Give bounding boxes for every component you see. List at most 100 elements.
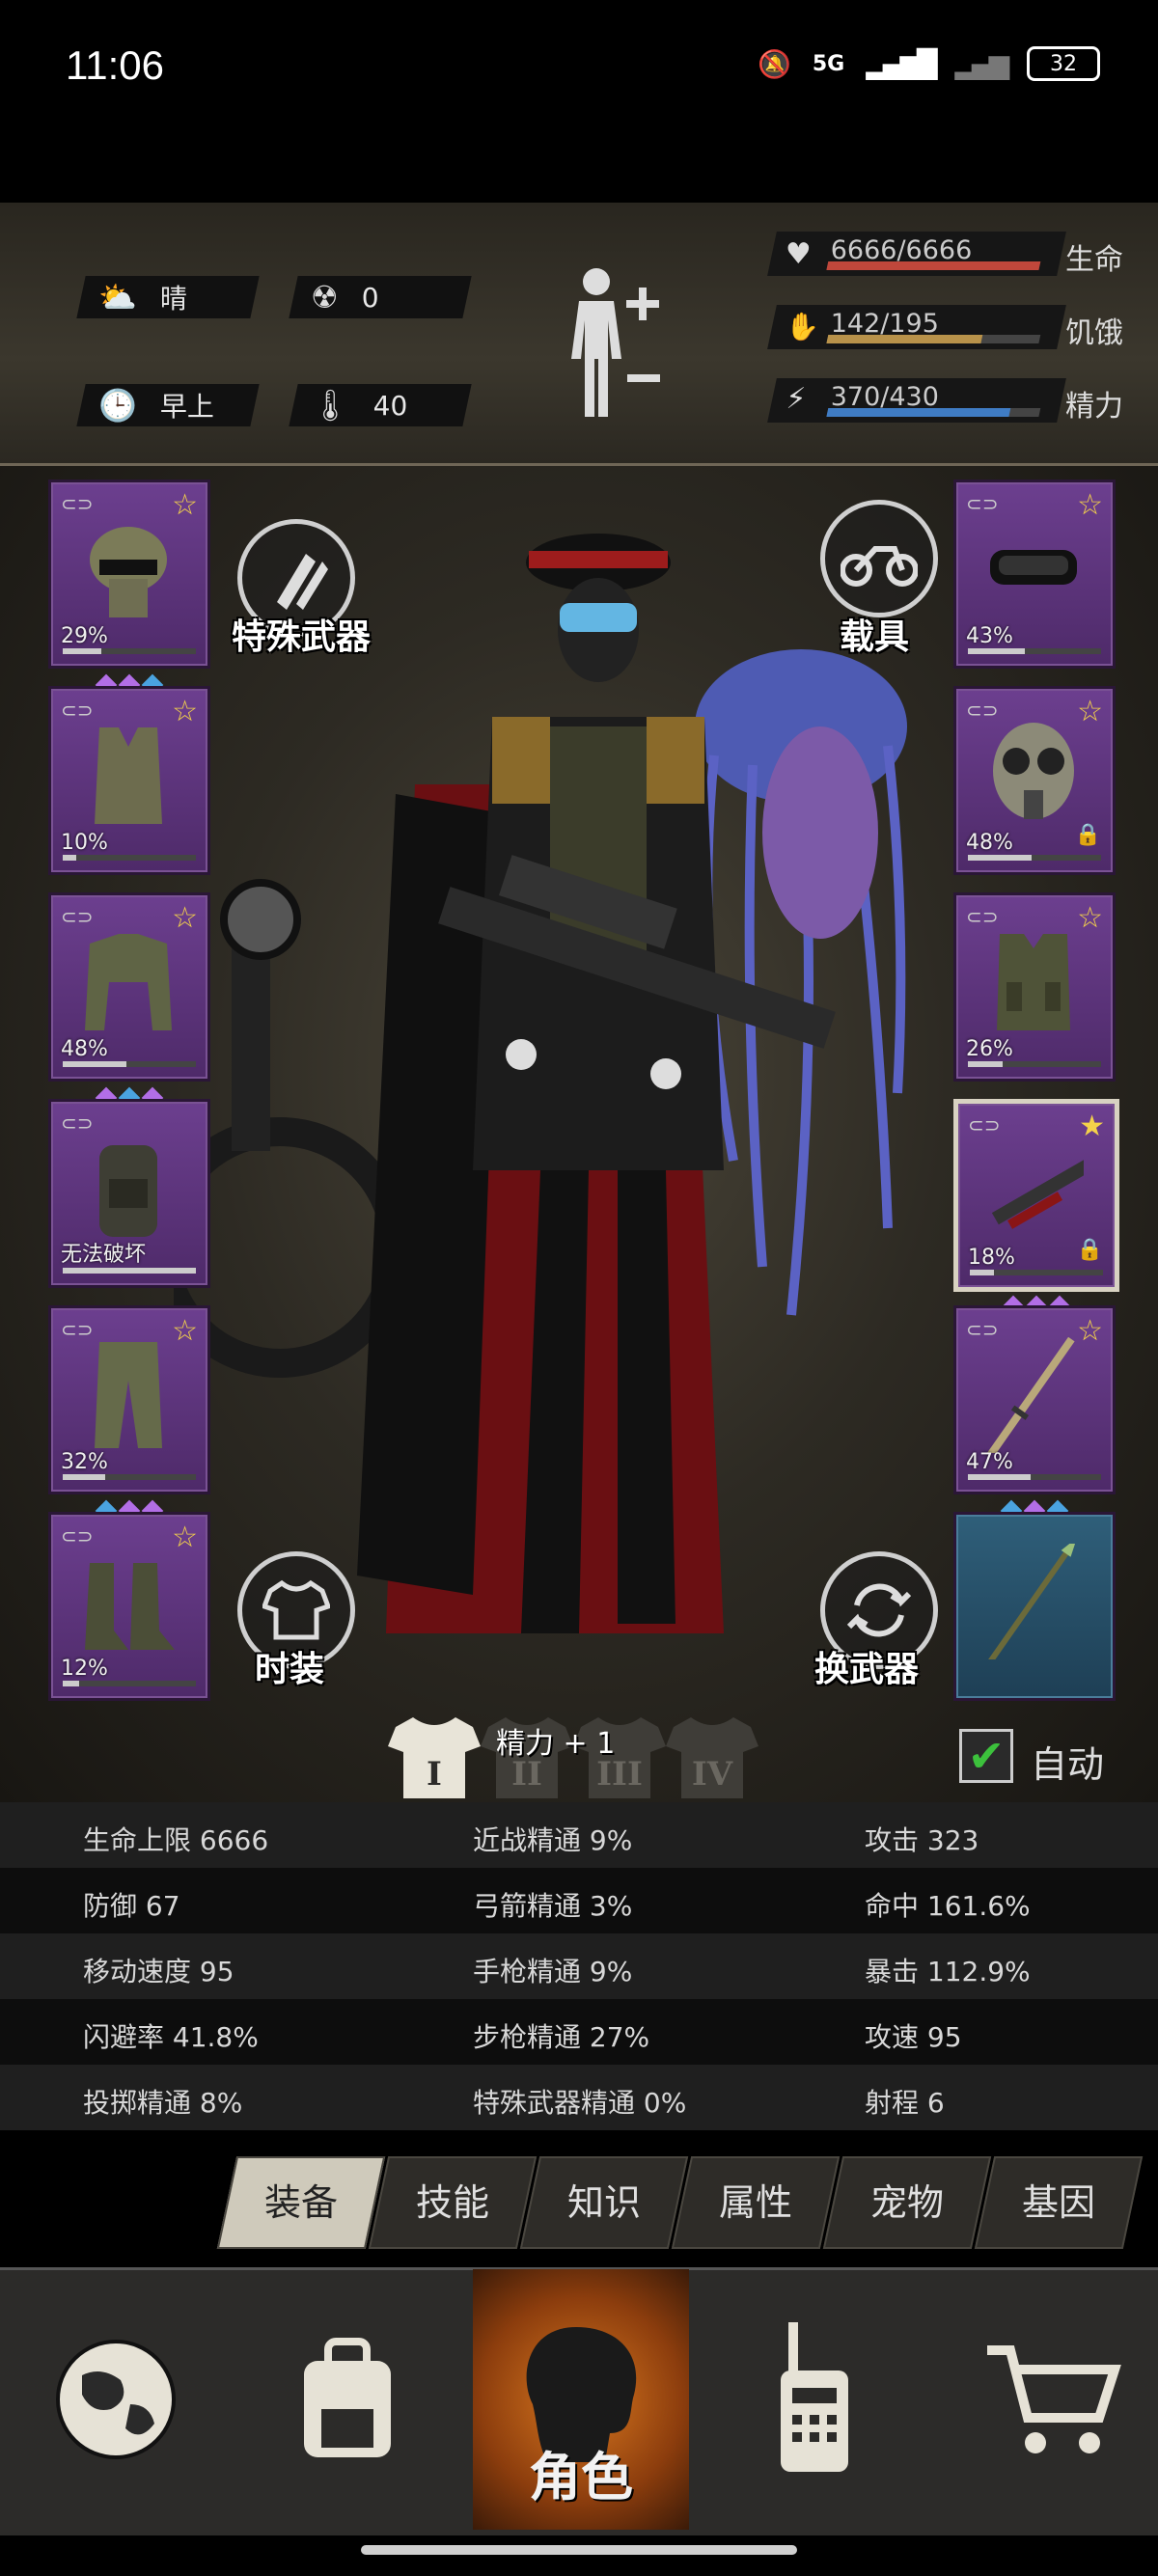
equipment-slot-vest[interactable]: ⊂⊃ ☆ 10%	[48, 686, 210, 875]
goggles-icon	[990, 550, 1077, 585]
clock: 11:06	[66, 42, 164, 88]
health-row: ♥ 6666/6666 生命	[767, 232, 1139, 277]
walkie-talkie-icon	[781, 2322, 848, 2472]
armor-vest-icon	[997, 934, 1070, 1030]
backpack-icon	[99, 1145, 157, 1237]
status-bar: 11:06 🔕 5G ▂▄▆█ ▂▄▆ 32	[0, 0, 1158, 135]
checkmark-icon: ✔	[967, 1730, 1006, 1782]
vehicle-button[interactable]	[820, 500, 938, 617]
stat-value: 弓箭精通 3%	[473, 1890, 633, 1922]
stat-value: 暴击 112.9%	[865, 1956, 1031, 1987]
weather-value: 晴	[159, 283, 187, 315]
shopping-cart-icon	[987, 2345, 1121, 2453]
stomach-icon: ✋	[786, 311, 819, 343]
jacket-icon	[85, 934, 172, 1030]
tshirt-icon	[262, 1579, 330, 1640]
durability-bar	[63, 648, 196, 654]
tab-label: 技能	[415, 2181, 489, 2224]
equipment-slot-backpack[interactable]: ⊂⊃ 无法破坏	[48, 1099, 210, 1288]
equipment-slot-spear[interactable]	[953, 1512, 1116, 1701]
equipment-slot-rifle[interactable]: ⊂⊃ ★ 18% 🔒	[953, 1099, 1119, 1318]
auto-checkbox[interactable]: ✔	[959, 1729, 1013, 1783]
katana-icon	[985, 1337, 1075, 1453]
tab-0[interactable]: 装备	[216, 2156, 386, 2249]
weather-box: ⛅ 晴	[76, 276, 260, 318]
cloud-sun-icon: ⛅	[98, 279, 137, 315]
stat-row: 移动速度 95 手枪精通 9% 暴击 112.9%	[0, 1933, 1158, 1999]
outfit-sets-row: I II III IV 精力 + 1 ✔ 自动	[0, 1706, 1158, 1802]
mute-bell-icon: 🔕	[758, 47, 791, 80]
energy-fill	[826, 408, 1011, 417]
durability-bar	[968, 1474, 1101, 1480]
stat-value: 近战精通 9%	[473, 1824, 633, 1856]
equipment-slot-goggles[interactable]: ⊂⊃ ☆ 43%	[953, 480, 1116, 669]
motorbike-icon	[841, 546, 918, 587]
health-fill	[826, 261, 1041, 270]
tshirt-icon: IV	[666, 1717, 758, 1798]
radiation-icon: ☢	[311, 279, 339, 315]
outfit-set-4[interactable]: IV	[664, 1713, 760, 1800]
equipment-slot-pants[interactable]: ⊂⊃ ☆ 32%	[48, 1305, 210, 1522]
signal-icon: ▂▄▆█	[866, 47, 937, 80]
outfit-set-1[interactable]: I	[386, 1713, 482, 1800]
equipment-slot-helmet[interactable]: ⊂⊃ ☆ 29%	[48, 480, 210, 697]
system-icons: 🔕 5G ▂▄▆█ ▂▄▆ 32	[758, 46, 1100, 81]
rifle-icon	[991, 1160, 1084, 1229]
stat-value: 投掷精通 8%	[83, 2087, 243, 2119]
equipment-slot-boots[interactable]: ⊂⊃ ☆ 12%	[48, 1512, 210, 1701]
durability-text: 29%	[61, 624, 108, 648]
durability-bar	[968, 648, 1101, 654]
tab-1[interactable]: 技能	[368, 2156, 538, 2249]
temperature-box: 🌡 40	[289, 384, 472, 426]
durability-text: 48%	[61, 1037, 108, 1061]
helmet-icon	[90, 527, 167, 617]
nav-backpack-button[interactable]	[251, 2269, 444, 2530]
stat-value: 移动速度 95	[83, 1956, 234, 1987]
hunger-bar: ✋ 142/195	[767, 305, 1066, 349]
stat-value: 射程 6	[865, 2087, 945, 2119]
pants-icon	[95, 1342, 162, 1448]
energy-row: ⚡ 370/430 精力	[767, 378, 1139, 424]
character-stage: ⊂⊃ ☆ 29% ⊂⊃ ☆ 10% ⊂⊃ ☆ 48% ⊂⊃ 无法破坏 ⊂⊃ ☆ 32% ⊂⊃ ☆ 12% ⊂⊃ ☆…	[0, 466, 1158, 1807]
energy-label: 精力	[1065, 390, 1123, 424]
temperature-value: 40	[372, 389, 408, 422]
home-indicator[interactable]	[361, 2545, 797, 2555]
spear-icon	[985, 1544, 1078, 1659]
lightning-icon: ⚡	[786, 382, 807, 416]
equipment-slot-jacket[interactable]: ⊂⊃ ☆ 48%	[48, 892, 210, 1110]
equipment-slot-katana[interactable]: ⊂⊃ ☆ 47%	[953, 1305, 1116, 1522]
nav-character-button[interactable]: 角色	[473, 2269, 689, 2530]
globe-icon	[56, 2340, 176, 2459]
swap-arrows-icon	[846, 1583, 912, 1637]
durability-bar	[63, 1681, 196, 1686]
thermometer-icon: 🌡	[311, 387, 350, 424]
body-figure-icon	[571, 268, 660, 417]
signal-weak-icon: ▂▄▆	[954, 47, 1009, 80]
tab-2[interactable]: 知识	[519, 2156, 689, 2249]
stat-value: 特殊武器精通 0%	[473, 2087, 687, 2119]
nav-radio-button[interactable]	[716, 2269, 909, 2530]
equipment-slot-armor-vest[interactable]: ⊂⊃ ☆ 26%	[953, 892, 1116, 1082]
outfit-bonus: 精力 + 1	[496, 1727, 616, 1761]
durability-text: 10%	[61, 831, 108, 855]
tab-3[interactable]: 属性	[671, 2156, 841, 2249]
tab-label: 知识	[566, 2181, 641, 2224]
durability-text: 18%	[968, 1246, 1015, 1270]
missiles-icon	[277, 554, 328, 610]
tab-4[interactable]: 宠物	[822, 2156, 992, 2249]
body-status-button[interactable]	[560, 260, 676, 425]
heart-icon: ♥	[785, 237, 812, 271]
stat-row: 投掷精通 8% 特殊武器精通 0% 射程 6	[0, 2065, 1158, 2130]
durability-text: 43%	[966, 624, 1013, 648]
equipment-slot-gas-mask[interactable]: ⊂⊃ ☆ 48% 🔒	[953, 686, 1116, 875]
tab-label: 宠物	[869, 2181, 944, 2224]
nav-shop-button[interactable]	[955, 2269, 1148, 2530]
stat-row: 防御 67 弓箭精通 3% 命中 161.6%	[0, 1868, 1158, 1933]
tab-5[interactable]: 基因	[974, 2156, 1144, 2249]
character-illustration	[357, 534, 836, 1633]
durability-text: 32%	[61, 1450, 108, 1474]
nav-world-button[interactable]	[19, 2269, 212, 2530]
health-bar: ♥ 6666/6666	[767, 232, 1066, 276]
svg-text:I: I	[427, 1755, 442, 1794]
clock-icon: 🕒	[98, 387, 137, 424]
